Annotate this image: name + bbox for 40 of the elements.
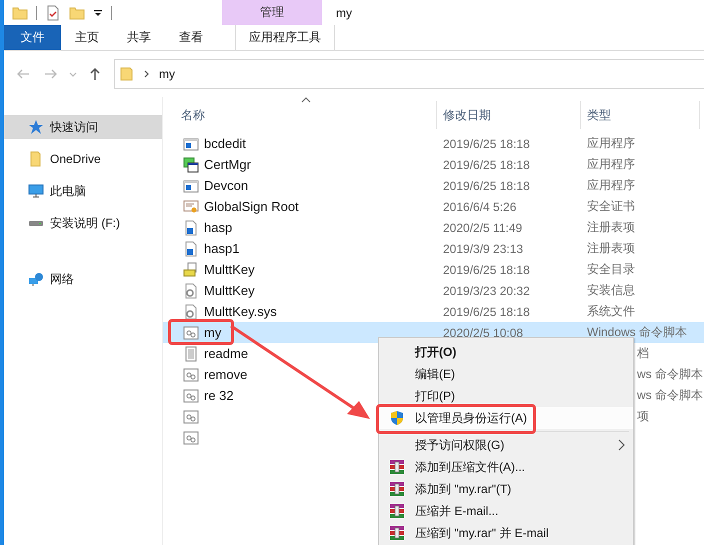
window-title: my: [335, 4, 352, 22]
type-cell: 项: [637, 409, 649, 423]
file-name: MulttKey: [204, 283, 255, 298]
type-cell: 安全证书: [587, 199, 635, 213]
file-name: remove: [204, 367, 248, 382]
file-name: readme: [204, 346, 248, 361]
type-cell: 注册表项: [587, 220, 635, 234]
date-cell: 2019/3/23 20:32: [443, 284, 530, 298]
date-cell: 2019/6/25 18:18: [443, 158, 530, 172]
file-name: my: [204, 325, 222, 340]
file-name: hasp1: [204, 241, 240, 256]
type-cell: 应用程序: [587, 136, 635, 150]
date-cell: 2019/6/25 18:18: [443, 304, 530, 318]
date-cell: 2020/2/5 11:49: [443, 220, 522, 234]
file-name: bcdedit: [204, 136, 246, 151]
type-cell: ws 命令脚本: [637, 388, 703, 402]
type-cell: 注册表项: [587, 241, 635, 255]
date-cell: 2019/6/25 18:18: [443, 136, 530, 150]
file-name: re 32: [204, 388, 234, 403]
type-cell: 档: [637, 346, 649, 360]
file-name: MulttKey: [204, 262, 255, 277]
address-path: my: [159, 67, 175, 81]
file-name: GlobalSign Root: [204, 199, 299, 214]
date-cell: 2020/2/5 10:08: [443, 326, 524, 340]
type-cell: 系统文件: [587, 304, 635, 318]
date-cell: 2016/6/4 5:26: [443, 200, 516, 214]
context-tab-header: 管理: [222, 0, 322, 25]
file-name: CertMgr: [204, 157, 251, 172]
type-cell: 安装信息: [587, 283, 635, 297]
date-cell: 2019/3/9 23:13: [443, 242, 524, 256]
date-cell: 2019/6/25 18:18: [443, 178, 530, 192]
date-cell: 2019/6/25 18:18: [443, 262, 530, 276]
type-cell: Windows 命令脚本: [587, 325, 688, 339]
file-name: hasp: [204, 220, 232, 235]
file-name: MulttKey.sys: [204, 304, 277, 319]
type-cell: 应用程序: [587, 178, 635, 192]
type-cell: ws 命令脚本: [637, 367, 703, 381]
file-name: Devcon: [204, 178, 248, 193]
type-cell: 安全目录: [587, 262, 635, 276]
type-cell: 应用程序: [587, 157, 635, 171]
